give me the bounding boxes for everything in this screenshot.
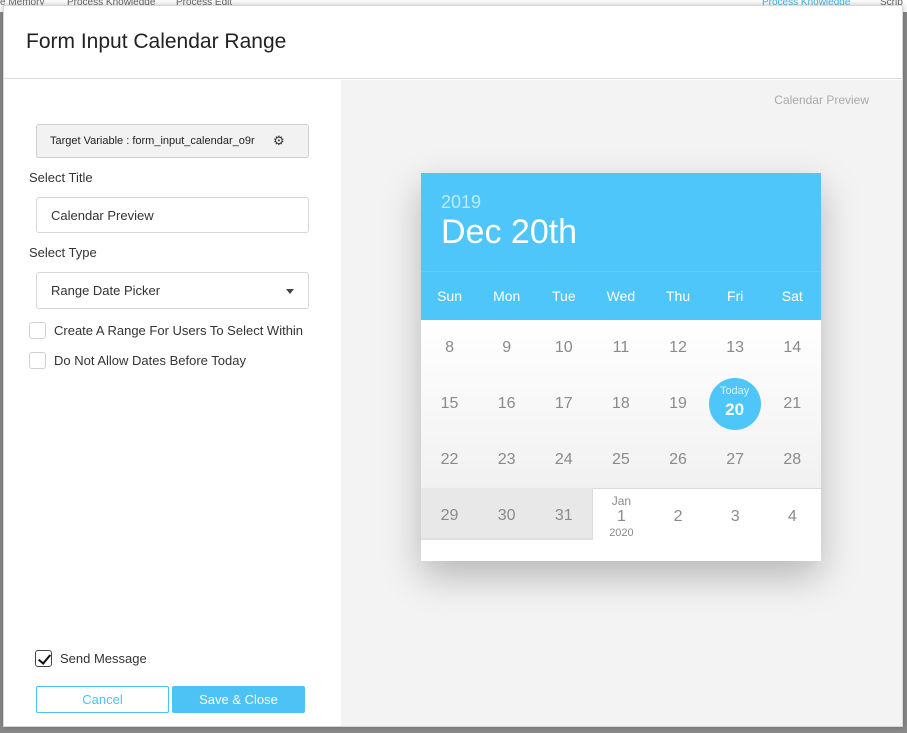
calendar-day[interactable]: 2 bbox=[649, 488, 707, 544]
next-month-label: Jan bbox=[611, 494, 632, 508]
calendar-day-today[interactable]: Today 20 bbox=[707, 376, 764, 432]
calendar-week: 29 30 31 Jan 1 2020 2 3 4 bbox=[421, 488, 821, 544]
calendar-widget: 2019 Dec 20th Sun Mon Tue Wed Thu Fri Sa… bbox=[421, 173, 821, 561]
calendar-day[interactable]: 19 bbox=[650, 376, 707, 432]
range-checkbox[interactable] bbox=[29, 322, 46, 339]
today-caption: Today bbox=[719, 385, 750, 397]
calendar-day[interactable]: 14 bbox=[764, 320, 821, 376]
modal-title: Form Input Calendar Range bbox=[26, 30, 287, 53]
calendar-day[interactable]: 10 bbox=[535, 320, 592, 376]
calendar-day[interactable]: 31 bbox=[535, 488, 593, 544]
calendar-day[interactable]: 29 bbox=[421, 488, 479, 544]
calendar-day[interactable]: 17 bbox=[535, 376, 592, 432]
type-select-value: Range Date Picker bbox=[51, 283, 161, 298]
weekday-label: Thu bbox=[666, 288, 691, 304]
calendar-day[interactable]: 26 bbox=[650, 432, 707, 488]
gear-icon[interactable]: ⚙ bbox=[273, 133, 285, 149]
weekday-label: Tue bbox=[552, 288, 576, 304]
weekday-label: Sun bbox=[437, 288, 463, 304]
settings-panel: Target Variable : form_input_calendar_o9… bbox=[4, 80, 341, 726]
weekday-label: Wed bbox=[606, 288, 636, 304]
calendar-footer bbox=[421, 538, 821, 561]
weekday-label: Sat bbox=[781, 288, 803, 304]
weekday-row: Sun Mon Tue Wed Thu Fri Sat bbox=[421, 271, 821, 320]
calendar-day[interactable]: 13 bbox=[707, 320, 764, 376]
calendar-day[interactable]: 18 bbox=[592, 376, 649, 432]
calendar-week: 8 9 10 11 12 13 14 bbox=[421, 320, 821, 376]
calendar-day[interactable]: 28 bbox=[764, 432, 821, 488]
form-input-calendar-modal: Form Input Calendar Range Target Variabl… bbox=[3, 5, 903, 727]
calendar-day[interactable]: 27 bbox=[707, 432, 764, 488]
calendar-day[interactable]: 25 bbox=[592, 432, 649, 488]
calendar-day[interactable]: 12 bbox=[650, 320, 707, 376]
calendar-week: 22 23 24 25 26 27 28 bbox=[421, 432, 821, 488]
calendar-year[interactable]: 2019 bbox=[441, 173, 821, 212]
caret-down-icon bbox=[286, 289, 294, 294]
past-dates-checkbox-row[interactable]: Do Not Allow Dates Before Today bbox=[29, 352, 246, 369]
select-title-label: Select Title bbox=[29, 170, 93, 185]
calendar-selected-date: Dec 20th bbox=[441, 213, 578, 251]
calendar-footer-divider bbox=[421, 538, 593, 540]
calendar-day[interactable]: 22 bbox=[421, 432, 478, 488]
preview-panel: Calendar Preview 2019 Dec 20th Sun Mon T… bbox=[341, 80, 902, 726]
target-variable-label: Target Variable : form_input_calendar_o9… bbox=[50, 135, 255, 147]
calendar-day[interactable]: 30 bbox=[478, 488, 536, 544]
type-select[interactable]: Range Date Picker bbox=[36, 272, 309, 309]
calendar-day[interactable]: 9 bbox=[478, 320, 535, 376]
preview-label: Calendar Preview bbox=[774, 93, 869, 107]
past-dates-checkbox-label: Do Not Allow Dates Before Today bbox=[54, 353, 246, 368]
next-month-day: 1 bbox=[616, 508, 626, 525]
select-type-label: Select Type bbox=[29, 245, 97, 260]
calendar-day[interactable]: 24 bbox=[535, 432, 592, 488]
send-message-label: Send Message bbox=[60, 651, 147, 666]
save-close-button[interactable]: Save & Close bbox=[172, 686, 305, 713]
range-checkbox-row[interactable]: Create A Range For Users To Select Withi… bbox=[29, 322, 303, 339]
target-variable-button[interactable]: Target Variable : form_input_calendar_o9… bbox=[36, 124, 309, 158]
calendar-day[interactable]: 11 bbox=[592, 320, 649, 376]
send-message-checkbox-row[interactable]: Send Message bbox=[35, 650, 147, 667]
calendar-day-month-start[interactable]: Jan 1 2020 bbox=[592, 488, 650, 544]
past-dates-checkbox[interactable] bbox=[29, 352, 46, 369]
calendar-day[interactable]: 15 bbox=[421, 376, 478, 432]
calendar-day[interactable]: 16 bbox=[478, 376, 535, 432]
send-message-checkbox[interactable] bbox=[35, 650, 52, 667]
calendar-week: 15 16 17 18 19 Today 20 21 bbox=[421, 376, 821, 432]
range-checkbox-label: Create A Range For Users To Select Withi… bbox=[54, 323, 304, 338]
weekday-label: Fri bbox=[727, 288, 744, 304]
calendar-day[interactable]: 23 bbox=[478, 432, 535, 488]
cancel-button[interactable]: Cancel bbox=[36, 686, 169, 713]
calendar-day[interactable]: 8 bbox=[421, 320, 478, 376]
calendar-day[interactable]: 3 bbox=[706, 488, 764, 544]
calendar-day[interactable]: 21 bbox=[764, 376, 821, 432]
calendar-header: 2019 Dec 20th bbox=[421, 173, 821, 271]
calendar-grid: 8 9 10 11 12 13 14 15 16 17 18 19 Today … bbox=[421, 320, 821, 561]
weekday-label: Mon bbox=[493, 288, 521, 304]
modal-header: Form Input Calendar Range bbox=[4, 6, 902, 79]
calendar-day[interactable]: 4 bbox=[763, 488, 821, 544]
today-highlight: Today 20 bbox=[708, 378, 761, 430]
title-input[interactable] bbox=[36, 197, 309, 233]
today-day-number: 20 bbox=[725, 400, 745, 419]
